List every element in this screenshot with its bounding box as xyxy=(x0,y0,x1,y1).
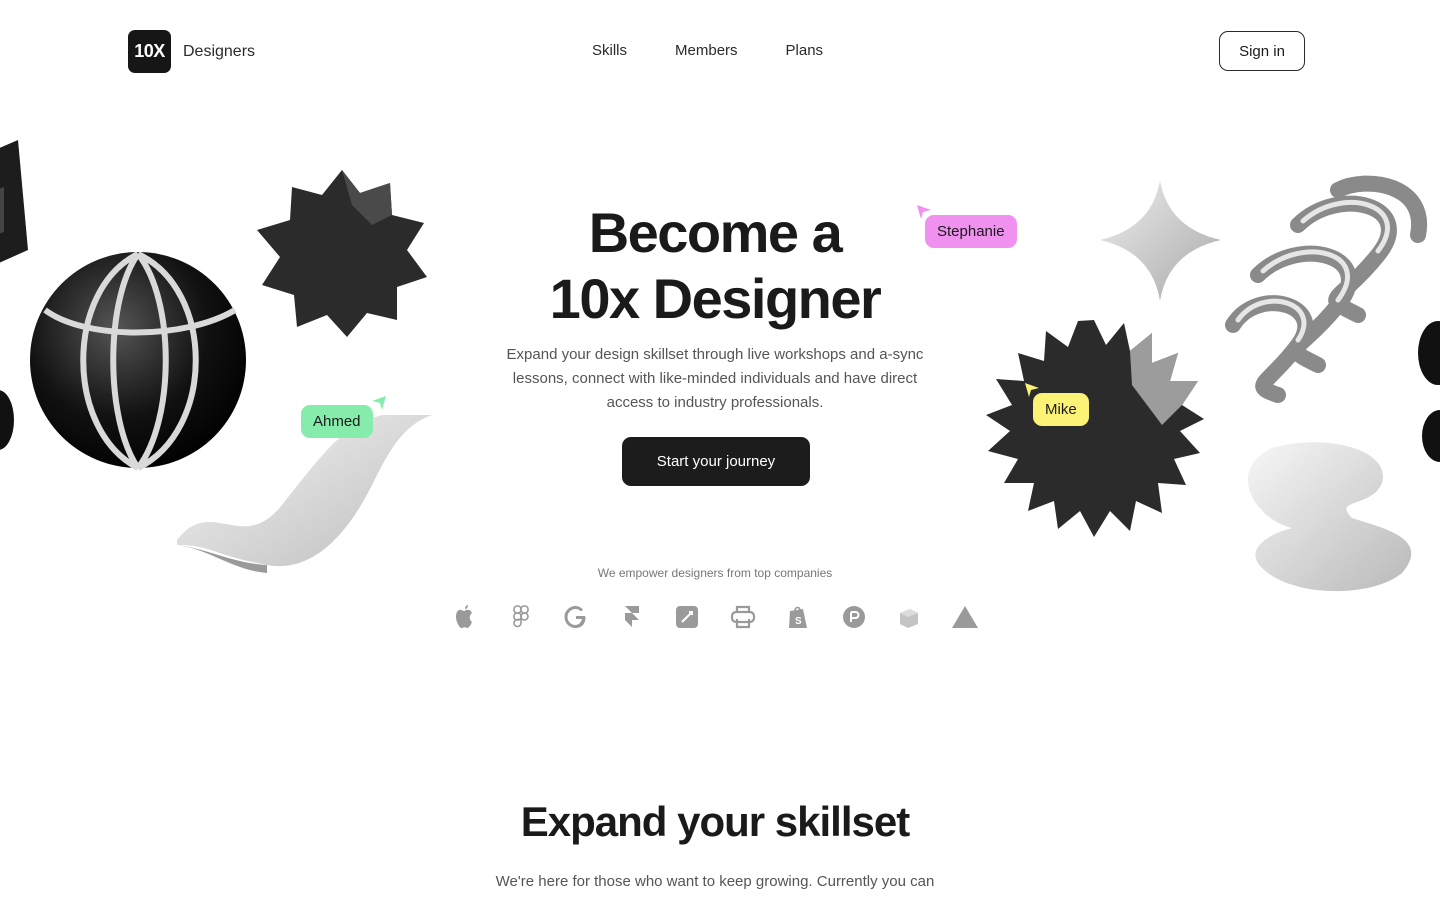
section-subtitle: We're here for those who want to keep gr… xyxy=(495,873,935,890)
apple-icon xyxy=(450,602,480,632)
hero-subtitle: Expand your design skillset through live… xyxy=(506,346,924,411)
nav-link-skills[interactable]: Skills xyxy=(592,42,627,59)
white-s-shape xyxy=(1248,442,1412,592)
chrome-spring-shape xyxy=(1225,175,1428,403)
start-journey-button[interactable]: Start your journey xyxy=(622,437,810,486)
framer-icon xyxy=(617,602,647,632)
nav-link-members[interactable]: Members xyxy=(675,42,738,59)
figma-icon xyxy=(506,602,536,632)
tag-mike: Mike xyxy=(1033,393,1089,426)
top-nav: 10X Designers Skills Members Plans Sign … xyxy=(0,0,1440,102)
google-icon xyxy=(561,602,591,632)
hero-title: Become a 10x Designer xyxy=(470,200,960,332)
white-star-shape xyxy=(1100,180,1221,301)
printer-icon xyxy=(728,602,758,632)
brand-name: Designers xyxy=(183,42,256,60)
producthunt-icon xyxy=(839,602,869,632)
signin-button[interactable]: Sign in xyxy=(1219,31,1305,71)
black-blob-shape xyxy=(0,390,14,450)
box-icon xyxy=(894,602,924,632)
section-title: Expand your skillset xyxy=(520,798,910,845)
hero-title-line2: 10x Designer xyxy=(549,267,882,330)
triangle-icon xyxy=(950,602,980,632)
companies-label: We empower designers from top companies xyxy=(597,566,833,580)
hero-title-line1: Become a xyxy=(588,201,843,264)
black-gear-shape xyxy=(257,170,427,337)
tag-stephanie: Stephanie xyxy=(925,215,1017,248)
cursor-green-icon xyxy=(372,396,386,410)
black-sunburst-gear-shape xyxy=(986,320,1204,537)
shopify-icon: S xyxy=(783,602,813,632)
svg-text:S: S xyxy=(795,616,802,627)
logo-mark: 10X xyxy=(128,30,171,73)
company-logos: S xyxy=(450,600,980,634)
brand-logo[interactable]: 10X Designers xyxy=(128,30,255,73)
notion-icon xyxy=(672,602,702,632)
nav-link-plans[interactable]: Plans xyxy=(786,42,824,59)
tag-ahmed: Ahmed xyxy=(301,405,373,438)
nav-links: Skills Members Plans xyxy=(592,42,823,59)
black-blob-right-shape xyxy=(1418,321,1440,462)
